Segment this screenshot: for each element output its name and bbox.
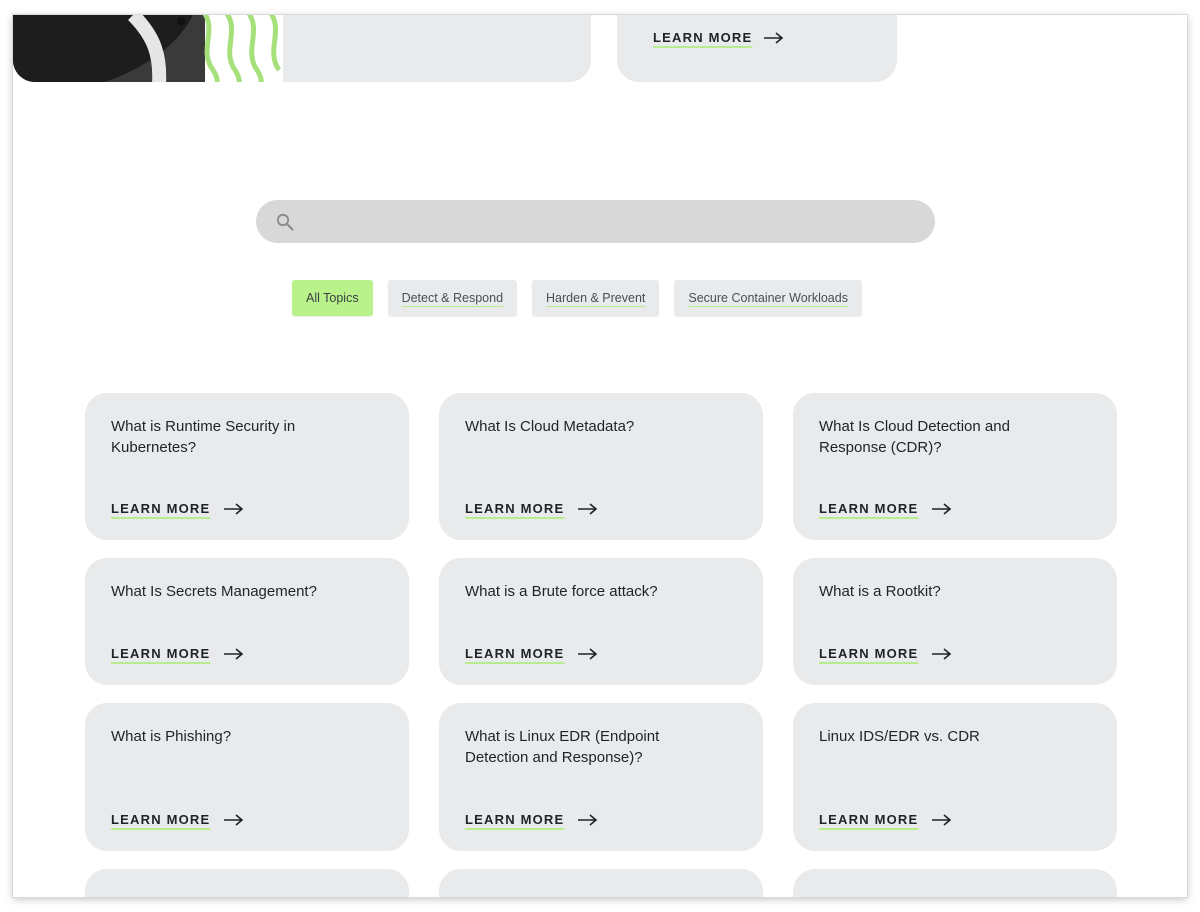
learn-more-link[interactable]: LEARN MORE [653, 30, 784, 45]
arrow-right-icon [932, 647, 952, 660]
learn-more-link[interactable]: LEARN MORE [465, 501, 598, 516]
card-title: What is Runtime Security in Kubernetes? [111, 418, 296, 456]
article-grid: What is Runtime Security in Kubernetes? … [85, 393, 1117, 897]
top-card-featured[interactable] [13, 15, 591, 82]
article-card[interactable]: Linux IDS/EDR vs. CDR LEARN MORE [793, 703, 1117, 851]
learn-more-label: LEARN MORE [465, 646, 565, 661]
filter-all-topics[interactable]: All Topics [292, 280, 373, 316]
topic-filters: All Topics Detect & Respond Harden & Pre… [292, 280, 862, 316]
page-frame: LEARN MORE All Topics Detect & Respond H… [13, 15, 1187, 897]
article-card[interactable]: What Is Secrets Management? LEARN MORE [85, 558, 409, 685]
article-card[interactable]: What is Phishing? LEARN MORE [85, 703, 409, 851]
card-title: What Is Secrets Management? [111, 583, 317, 600]
filter-detect-respond[interactable]: Detect & Respond [387, 280, 518, 316]
learn-more-link[interactable]: LEARN MORE [111, 646, 244, 661]
learn-more-label: LEARN MORE [465, 812, 565, 827]
learn-more-link[interactable]: LEARN MORE [819, 812, 952, 827]
filter-label: Harden & Prevent [546, 291, 646, 305]
learn-more-label: LEARN MORE [111, 646, 211, 661]
learn-more-label: LEARN MORE [819, 646, 919, 661]
learn-more-label: LEARN MORE [111, 812, 211, 827]
learn-more-label: LEARN MORE [465, 501, 565, 516]
card-title: What is a Brute force attack? [465, 583, 658, 600]
arrow-right-icon [932, 502, 952, 515]
learn-more-link[interactable]: LEARN MORE [465, 646, 598, 661]
arrow-right-icon [578, 813, 598, 826]
learn-more-link[interactable]: LEARN MORE [111, 812, 244, 827]
article-card[interactable]: What is a Brute force attack? LEARN MORE [439, 558, 763, 685]
card-title: What Is Cloud Metadata? [465, 418, 635, 435]
filter-label: All Topics [306, 291, 359, 305]
article-card[interactable]: What Is Cloud Metadata? LEARN MORE [439, 393, 763, 540]
arrow-right-icon [578, 647, 598, 660]
featured-image [13, 15, 283, 82]
card-title: What Is Cloud Detection and Response (CD… [819, 418, 1010, 456]
card-title: Linux IDS/EDR vs. CDR [819, 728, 980, 745]
arrow-right-icon [224, 502, 244, 515]
card-title: What is Phishing? [111, 728, 232, 745]
learn-more-label: LEARN MORE [819, 812, 919, 827]
article-card[interactable] [793, 869, 1117, 897]
card-title: What is a Rootkit? [819, 583, 941, 600]
learn-more-link[interactable]: LEARN MORE [819, 646, 952, 661]
learn-more-label: LEARN MORE [653, 30, 753, 45]
article-card[interactable]: What is Runtime Security in Kubernetes? … [85, 393, 409, 540]
filter-label: Secure Container Workloads [688, 291, 848, 305]
learn-more-link[interactable]: LEARN MORE [465, 812, 598, 827]
arrow-right-icon [224, 813, 244, 826]
filter-label: Detect & Respond [401, 291, 504, 305]
filter-harden-prevent[interactable]: Harden & Prevent [532, 280, 660, 316]
arrow-right-icon [578, 502, 598, 515]
article-card[interactable]: What Is Cloud Detection and Response (CD… [793, 393, 1117, 540]
search-icon [276, 213, 294, 230]
article-card[interactable]: What is a Rootkit? LEARN MORE [793, 558, 1117, 685]
learn-more-link[interactable]: LEARN MORE [111, 501, 244, 516]
learn-more-link[interactable]: LEARN MORE [819, 501, 952, 516]
filter-secure-container-workloads[interactable]: Secure Container Workloads [674, 280, 862, 316]
top-card-2[interactable]: LEARN MORE [617, 15, 897, 82]
search-bar[interactable] [256, 200, 935, 243]
learn-more-label: LEARN MORE [111, 501, 211, 516]
article-card[interactable]: What is Linux EDR (Endpoint Detection an… [439, 703, 763, 851]
search-input[interactable] [294, 200, 935, 243]
arrow-right-icon [932, 813, 952, 826]
article-card[interactable] [85, 869, 409, 897]
arrow-right-icon [764, 31, 784, 44]
article-card[interactable] [439, 869, 763, 897]
card-title: What is Linux EDR (Endpoint Detection an… [465, 728, 660, 766]
arrow-right-icon [224, 647, 244, 660]
learn-more-label: LEARN MORE [819, 501, 919, 516]
